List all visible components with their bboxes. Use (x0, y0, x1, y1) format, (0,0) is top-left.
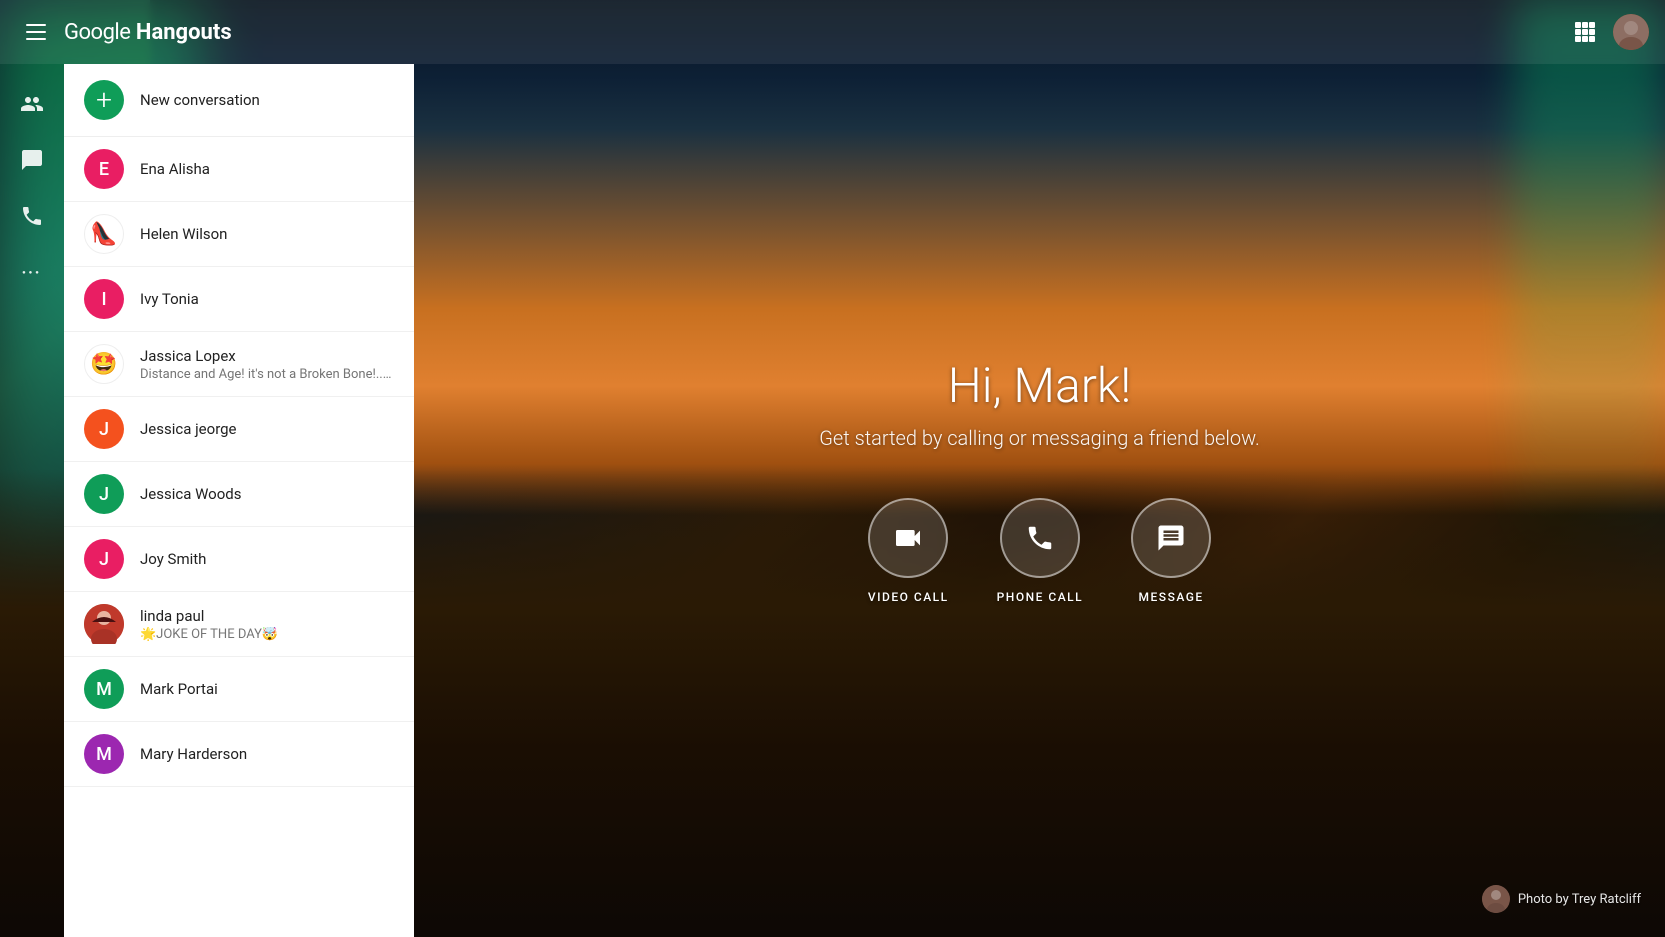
contact-item-linda-paul[interactable]: linda paul 🌟JOKE OF THE DAY🤯 (64, 592, 414, 657)
welcome-greeting: Hi, Mark! (819, 357, 1260, 414)
more-nav-button[interactable]: ●●● (8, 248, 56, 296)
new-conversation-button[interactable]: + New conversation (64, 64, 414, 137)
contact-item-ivy-tonia[interactable]: I Ivy Tonia (64, 267, 414, 332)
phone-call-label: PHONE CALL (997, 590, 1083, 604)
new-conversation-label: New conversation (140, 91, 260, 109)
contact-name-mark-portai: Mark Portai (140, 680, 394, 698)
app-logo: Google Hangouts (64, 20, 232, 45)
contact-name-joy-smith: Joy Smith (140, 550, 394, 568)
contact-name-helen-wilson: Helen Wilson (140, 225, 394, 243)
main-content: ●●● + New conversation E Ena Alisha 👠 (0, 64, 1665, 937)
contact-avatar-joy-smith: J (84, 539, 124, 579)
contact-item-ena-alisha[interactable]: E Ena Alisha (64, 137, 414, 202)
hamburger-menu-button[interactable] (16, 12, 56, 52)
contact-item-mark-portai[interactable]: M Mark Portai (64, 657, 414, 722)
contact-avatar-jassica-lopex: 🤩 (84, 344, 124, 384)
message-button[interactable]: MESSAGE (1131, 498, 1211, 604)
action-buttons: VIDEO CALL PHONE CALL (868, 498, 1211, 604)
welcome-subtitle: Get started by calling or messaging a fr… (819, 426, 1260, 450)
contact-name-ena-alisha: Ena Alisha (140, 160, 394, 178)
contact-name-mary-harderson: Mary Harderson (140, 745, 394, 763)
top-bar: Google Hangouts (0, 0, 1665, 64)
contact-name-linda-paul: linda paul (140, 607, 394, 625)
photo-credit: Photo by Trey Ratcliff (1482, 885, 1641, 913)
calls-nav-button[interactable] (8, 192, 56, 240)
video-call-button[interactable]: VIDEO CALL (868, 498, 949, 604)
contact-avatar-mary-harderson: M (84, 734, 124, 774)
user-avatar-top[interactable] (1613, 14, 1649, 50)
contact-name-jessica-jeorge: Jessica jeorge (140, 420, 394, 438)
contact-name-ivy-tonia: Ivy Tonia (140, 290, 394, 308)
new-conversation-icon: + (84, 80, 124, 120)
contacts-nav-button[interactable] (8, 80, 56, 128)
contact-avatar-mark-portai: M (84, 669, 124, 709)
phone-call-circle (1000, 498, 1080, 578)
contact-name-jessica-woods: Jessica Woods (140, 485, 394, 503)
messages-nav-button[interactable] (8, 136, 56, 184)
message-circle (1131, 498, 1211, 578)
sidebar-icons: ●●● (0, 64, 64, 937)
phone-call-button[interactable]: PHONE CALL (997, 498, 1083, 604)
welcome-text: Hi, Mark! Get started by calling or mess… (819, 357, 1260, 450)
photo-credit-avatar (1482, 885, 1510, 913)
google-apps-button[interactable] (1565, 12, 1605, 52)
contact-avatar-jessica-jeorge: J (84, 409, 124, 449)
contact-item-jessica-jeorge[interactable]: J Jessica jeorge (64, 397, 414, 462)
photo-credit-text: Photo by Trey Ratcliff (1518, 892, 1641, 907)
contact-preview-linda-paul: 🌟JOKE OF THE DAY🤯 (140, 627, 394, 642)
contact-item-helen-wilson[interactable]: 👠 Helen Wilson (64, 202, 414, 267)
contact-item-mary-harderson[interactable]: M Mary Harderson (64, 722, 414, 787)
contact-avatar-linda-paul (84, 604, 124, 644)
logo-google-text: Google (64, 20, 130, 45)
contact-name-jassica-lopex: Jassica Lopex (140, 347, 394, 365)
contact-item-jessica-woods[interactable]: J Jessica Woods (64, 462, 414, 527)
contact-item-joy-smith[interactable]: J Joy Smith (64, 527, 414, 592)
video-call-label: VIDEO CALL (868, 590, 949, 604)
contact-avatar-ena-alisha: E (84, 149, 124, 189)
contact-item-jassica-lopex[interactable]: 🤩 Jassica Lopex Distance and Age! it's n… (64, 332, 414, 397)
logo-hangouts-text: Hangouts (136, 20, 232, 45)
contact-preview-jassica-lopex: Distance and Age! it's not a Broken Bone… (140, 367, 394, 382)
video-call-circle (868, 498, 948, 578)
contact-avatar-jessica-woods: J (84, 474, 124, 514)
contact-panel: + New conversation E Ena Alisha 👠 Helen … (64, 64, 414, 937)
contact-avatar-ivy-tonia: I (84, 279, 124, 319)
main-welcome-area: Hi, Mark! Get started by calling or mess… (414, 64, 1665, 937)
contact-avatar-helen-wilson: 👠 (84, 214, 124, 254)
message-label: MESSAGE (1139, 590, 1204, 604)
